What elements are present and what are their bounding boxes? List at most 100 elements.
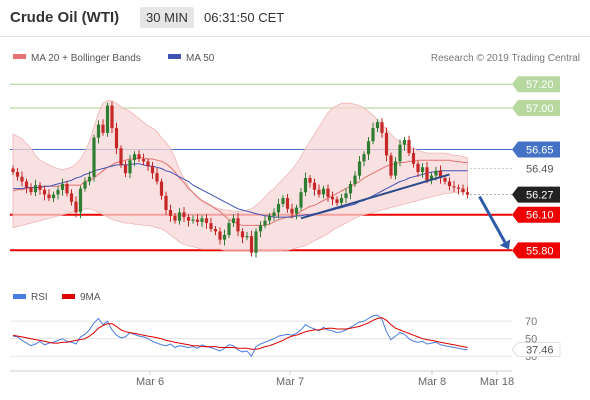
candle-body <box>254 231 258 253</box>
support-label-text: 56.10 <box>526 210 554 222</box>
rsi-panel: 70503037.46 <box>10 314 561 363</box>
candle-body <box>326 188 330 197</box>
candle-body <box>461 188 465 193</box>
candle-body <box>294 207 299 214</box>
candle-body <box>110 105 114 129</box>
rsi-legend: RSI 9MA <box>13 292 101 303</box>
candle-body <box>375 122 380 129</box>
forecast-arrow-shaft <box>478 195 507 244</box>
legend-swatch-ma20 <box>13 54 26 59</box>
candle-body <box>204 218 209 223</box>
candle-body <box>447 181 452 187</box>
candle-body <box>168 210 173 216</box>
candle-body <box>105 105 110 133</box>
candle-body <box>452 186 456 188</box>
resistance-label-text: 57.20 <box>526 79 554 91</box>
candle-body <box>335 199 339 203</box>
candle-body <box>51 194 56 199</box>
candle-body <box>357 161 362 176</box>
candle-body <box>155 173 159 182</box>
candle-body <box>69 193 74 202</box>
candle-body <box>420 167 425 172</box>
legend-ma20-label: MA 20 + Bollinger Bands <box>31 53 141 64</box>
x-tick-label: Mar 6 <box>136 376 164 388</box>
chart-legend: MA 20 + Bollinger Bands MA 50 Research ©… <box>13 53 580 64</box>
candle-body <box>65 183 69 194</box>
candle-body <box>222 234 227 240</box>
candle-body <box>303 178 308 193</box>
candle-body <box>465 192 470 195</box>
candle-body <box>29 187 33 193</box>
candle-body <box>123 164 128 174</box>
candle-body <box>389 155 393 176</box>
candle-body <box>276 204 281 213</box>
candle-body <box>263 220 267 226</box>
candle-body <box>308 178 312 183</box>
candle-body <box>317 189 321 195</box>
legend-swatch-rsi <box>13 294 26 299</box>
candle-body <box>137 154 141 159</box>
candle-body <box>92 137 96 177</box>
candle-body <box>236 218 240 232</box>
candle-body <box>11 168 15 173</box>
candle-body <box>146 161 150 167</box>
candle-body <box>24 181 29 188</box>
candle-body <box>56 189 60 195</box>
candle-body <box>209 223 213 229</box>
candle-body <box>267 215 272 221</box>
candle-body <box>416 163 420 172</box>
candle-body <box>101 124 105 133</box>
candle-body <box>186 217 191 221</box>
candle-body <box>411 153 416 164</box>
candle-body <box>245 236 249 238</box>
candle-body <box>285 198 290 209</box>
candle-body <box>191 219 195 221</box>
legend-9ma-label: 9MA <box>80 292 101 303</box>
candle-body <box>141 159 146 162</box>
pivot-label-text: 56.65 <box>526 144 554 156</box>
candle-body <box>33 185 38 193</box>
candle-body <box>47 194 51 199</box>
candle-body <box>119 148 123 165</box>
header-divider <box>0 36 590 37</box>
candle-body <box>132 154 137 161</box>
candle-body <box>384 132 389 156</box>
x-axis: Mar 6 Mar 7 Mar 8 Mar 18 <box>10 370 514 388</box>
candle-body <box>407 140 411 154</box>
candle-body <box>312 182 317 190</box>
candle-body <box>344 193 348 199</box>
candle-body <box>231 218 236 223</box>
candle-body <box>42 189 47 195</box>
legend-ma50-label: MA 50 <box>186 53 215 64</box>
candle-body <box>443 178 447 182</box>
candle-body <box>290 208 294 214</box>
candle-body <box>339 198 344 203</box>
candle-body <box>240 231 245 238</box>
candle-body <box>150 166 155 174</box>
x-tick-label: Mar 18 <box>480 376 514 388</box>
bollinger-bands <box>12 100 468 252</box>
candle-body <box>425 167 429 181</box>
price-labels: 57.20 57.00 56.65 56.49 56.27 56.10 55.80 <box>512 76 560 259</box>
candle-body <box>434 170 438 176</box>
x-tick-label: Mar 7 <box>276 376 304 388</box>
candle-body <box>227 223 231 235</box>
candle-body <box>60 183 65 190</box>
candle-body <box>74 201 78 213</box>
candle-body <box>200 218 204 222</box>
candle-body <box>164 195 168 210</box>
candle-body <box>272 212 276 216</box>
candle-body <box>83 181 87 189</box>
candle-body <box>348 183 353 194</box>
resistance-label-text: 57.00 <box>526 103 554 115</box>
candle-body <box>213 229 218 232</box>
candle-body <box>258 225 263 232</box>
candle-body <box>330 196 335 200</box>
candle-body <box>218 231 222 240</box>
candle-body <box>299 192 303 208</box>
rsi-level-label: 70 <box>525 316 537 328</box>
legend-swatch-9ma <box>62 294 75 299</box>
candle-body <box>195 219 200 222</box>
candle-body <box>78 188 83 213</box>
current-price-label-text: 56.27 <box>526 190 554 202</box>
